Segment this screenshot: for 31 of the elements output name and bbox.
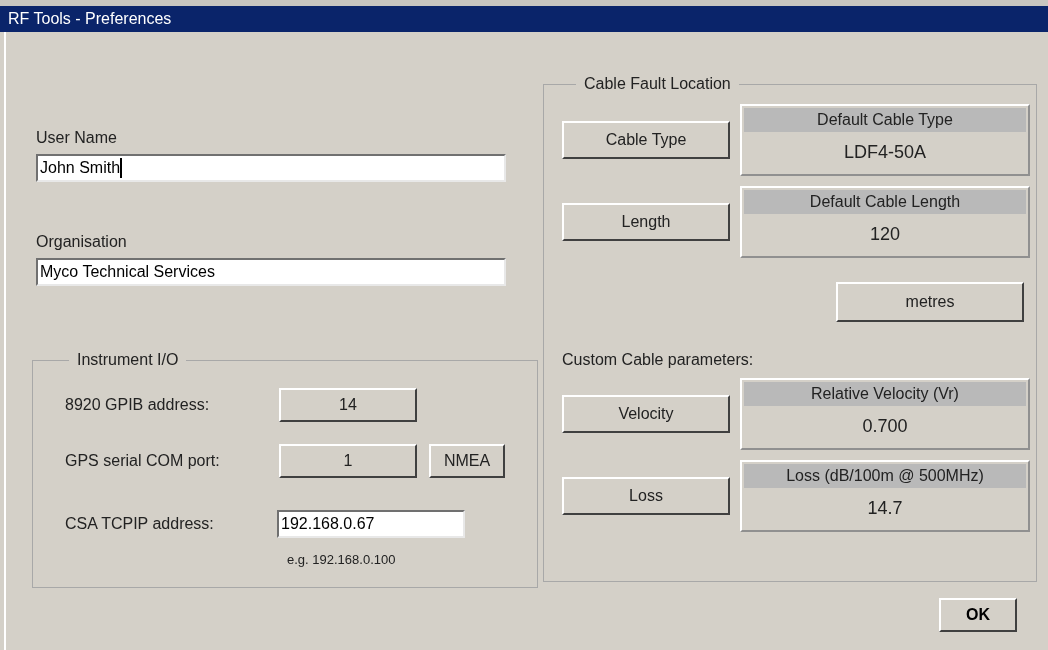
value-button[interactable]: 1 xyxy=(279,444,417,478)
parameter-button[interactable]: Loss xyxy=(562,477,730,515)
panel-heading: Default Cable Length xyxy=(744,190,1026,214)
panel-value: 0.700 xyxy=(861,414,909,438)
window-title: RF Tools - Preferences xyxy=(8,9,172,29)
group-title: Instrument I/O xyxy=(76,350,180,370)
field-label: Organisation xyxy=(36,232,128,252)
setting-label: 8920 GPIB address: xyxy=(65,395,211,415)
setting-label: GPS serial COM port: xyxy=(65,451,221,471)
group-title: Cable Fault Location xyxy=(583,74,732,94)
nmea-button[interactable]: NMEA xyxy=(429,444,505,478)
ok-button[interactable]: OK xyxy=(939,598,1017,632)
value-button[interactable]: 14 xyxy=(279,388,417,422)
field-label: User Name xyxy=(36,128,118,148)
parameter-button[interactable]: Length xyxy=(562,203,730,241)
panel-heading: Loss (dB/100m @ 500MHz) xyxy=(744,464,1026,488)
panel-value: LDF4-50A xyxy=(842,140,927,164)
text-field[interactable]: John Smith xyxy=(36,154,506,182)
hint-text: e.g. 192.168.0.100 xyxy=(287,551,397,569)
text-field[interactable]: Myco Technical Services xyxy=(36,258,506,286)
section-label: Custom Cable parameters: xyxy=(562,350,755,370)
parameter-button[interactable]: Velocity xyxy=(562,395,730,433)
parameter-button[interactable]: Cable Type xyxy=(562,121,730,159)
panel-heading: Relative Velocity (Vr) xyxy=(744,382,1026,406)
setting-label: CSA TCPIP address: xyxy=(65,514,215,534)
panel-value: 14.7 xyxy=(866,496,904,520)
panel-value: 120 xyxy=(868,222,901,246)
address-field[interactable]: 192.168.0.67 xyxy=(277,510,465,538)
text-cursor xyxy=(120,158,123,178)
units-button[interactable]: metres xyxy=(836,282,1024,322)
panel-heading: Default Cable Type xyxy=(744,108,1026,132)
